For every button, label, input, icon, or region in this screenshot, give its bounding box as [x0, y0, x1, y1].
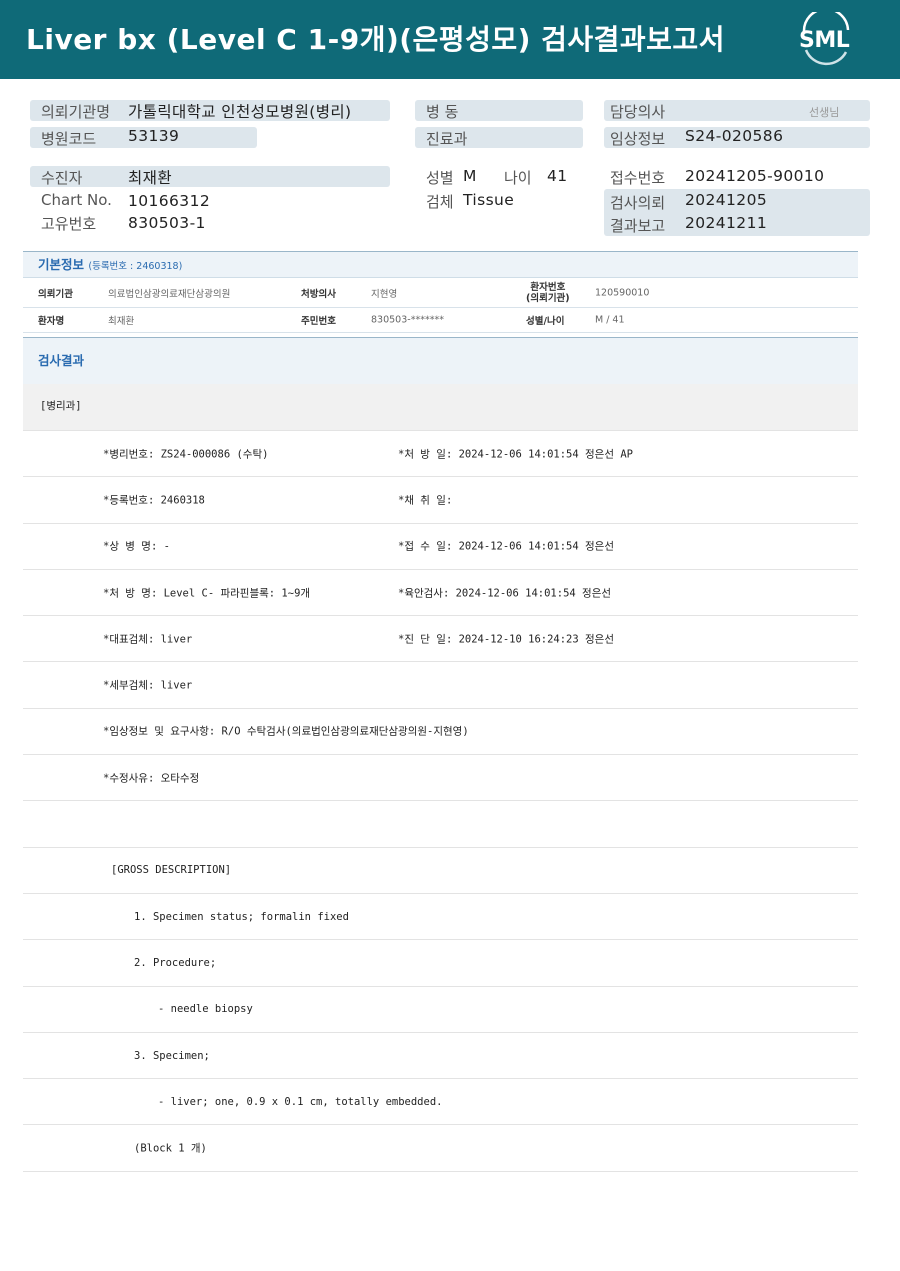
- receipt-label: 접수번호: [610, 169, 666, 187]
- gross-description-row: - liver; one, 0.9 x 0.1 cm, totally embe…: [23, 1079, 858, 1126]
- age-label: 나이: [504, 169, 532, 187]
- gross-description-text: 1. Specimen status; formalin fixed: [134, 910, 349, 923]
- institution-val: 의료법인삼광의료재단삼광의원: [108, 288, 231, 300]
- specimen-label: 검체: [426, 193, 454, 211]
- result-row: *병리번호: ZS24-000086 (수탁) *처 방 일: 2024-12-0…: [23, 431, 858, 478]
- ward-label: 병 동: [426, 103, 459, 121]
- result-field: *채 취 일:: [398, 494, 453, 507]
- doctor-suffix: 선생님: [809, 106, 840, 119]
- report-header: Liver bx (Level C 1-9개)(은평성모) 검사결과보고서 SM…: [0, 0, 900, 79]
- basic-info-table: 기본정보 (등록번호 : 2460318) 의뢰기관 의료법인삼광의료재단삼광의…: [23, 251, 858, 333]
- result-row: *등록번호: 2460318 *채 취 일:: [23, 477, 858, 524]
- sex-label: 성별: [426, 169, 454, 187]
- age-value: 41: [547, 167, 568, 185]
- resident-no-key: 주민번호: [301, 316, 336, 327]
- chart-value: 10166312: [128, 192, 211, 210]
- result-rows: *병리번호: ZS24-000086 (수탁) *처 방 일: 2024-12-0…: [23, 431, 858, 1172]
- institution-label: 의뢰기관명: [41, 103, 111, 121]
- department-label: 진료과: [426, 130, 468, 148]
- registration-number: (등록번호 : 2460318): [88, 261, 183, 272]
- result-row: [23, 801, 858, 848]
- report-title: Liver bx (Level C 1-9개)(은평성모) 검사결과보고서: [26, 23, 725, 56]
- gross-description-row: - needle biopsy: [23, 987, 858, 1033]
- institution-value: 가톨릭대학교 인천성모병원(병리): [128, 103, 352, 121]
- result-row: *임상정보 및 요구사항: R/O 수탁검사(의료법인삼광의료재단삼광의원-지현…: [23, 709, 858, 756]
- patient-label: 수진자: [41, 169, 83, 187]
- unique-value: 830503-1: [128, 214, 206, 232]
- sex-age-val: M / 41: [595, 314, 625, 326]
- request-value: 20241205: [685, 191, 768, 209]
- prescriber-key: 처방의사: [301, 288, 336, 300]
- result-row: *상 병 명: - *접 수 일: 2024-12-06 14:01:54 정은선: [23, 524, 858, 570]
- patient-no-val: 120590010: [595, 287, 650, 298]
- patient-bar: [30, 166, 390, 187]
- patient-name-key: 환자명: [38, 316, 65, 327]
- chart-label: Chart No.: [41, 191, 112, 209]
- clinical-label: 임상정보: [610, 130, 666, 148]
- result-field: *육안검사: 2024-12-06 14:01:54 정은선: [398, 587, 612, 600]
- patient-no-key: 환자번호 (의뢰기관): [526, 282, 570, 304]
- gross-description-row: (Block 1 개): [23, 1125, 858, 1172]
- result-field: *등록번호: 2460318: [103, 494, 205, 507]
- result-field: *접 수 일: 2024-12-06 14:01:54 정은선: [398, 540, 614, 553]
- prescriber-val: 지현영: [371, 288, 398, 300]
- doctor-label: 담당의사: [610, 103, 666, 121]
- result-heading: 검사결과: [23, 337, 858, 384]
- result-row: *대표검체: liver *진 단 일: 2024-12-10 16:24:23 …: [23, 616, 858, 663]
- result-field: *세부검체: liver: [103, 679, 193, 692]
- basic-info-heading: 기본정보: [38, 257, 85, 272]
- gross-description-row: [GROSS DESCRIPTION]: [23, 848, 858, 894]
- result-field: *임상정보 및 요구사항: R/O 수탁검사(의료법인삼광의료재단삼광의원-지현…: [103, 725, 469, 738]
- sml-logo: SML: [796, 7, 856, 66]
- result-row: *수정사유: 오타수정: [23, 755, 858, 802]
- result-field: *병리번호: ZS24-000086 (수탁): [103, 448, 269, 461]
- sex-value: M: [463, 167, 477, 185]
- result-field: *진 단 일: 2024-12-10 16:24:23 정은선: [398, 633, 614, 646]
- hospital-code-value: 53139: [128, 127, 180, 145]
- resident-no-val: 830503-*******: [371, 314, 444, 326]
- receipt-value: 20241205-90010: [685, 167, 825, 185]
- institution-key: 의뢰기관: [38, 288, 73, 300]
- patient-no-key-line1: 환자번호: [530, 281, 566, 293]
- basic-row-2: 환자명 최재환 주민번호 830503-******* 성별/나이 M / 41: [23, 308, 858, 333]
- result-field: *대표검체: liver: [103, 633, 193, 646]
- basic-info-title: 기본정보 (등록번호 : 2460318): [23, 252, 858, 278]
- logo-text: SML: [799, 28, 850, 53]
- sex-age-key: 성별/나이: [526, 316, 565, 327]
- specimen-value: Tissue: [463, 191, 515, 209]
- department-row: [병리과]: [23, 384, 858, 431]
- gross-description-text: - needle biopsy: [158, 1003, 253, 1016]
- hospital-code-label: 병원코드: [41, 130, 97, 148]
- unique-label: 고유번호: [41, 215, 97, 233]
- patient-value: 최재환: [128, 169, 172, 187]
- gross-description-row: 1. Specimen status; formalin fixed: [23, 894, 858, 941]
- gross-description-text: (Block 1 개): [134, 1142, 207, 1155]
- result-row: *처 방 명: Level C- 파라핀블록: 1~9개 *육안검사: 2024-…: [23, 570, 858, 617]
- gross-description-text: - liver; one, 0.9 x 0.1 cm, totally embe…: [158, 1095, 443, 1108]
- patient-name-val: 최재환: [108, 316, 135, 327]
- gross-description-text: 3. Specimen;: [134, 1049, 210, 1062]
- report-label: 결과보고: [610, 217, 666, 235]
- gross-description-row: 3. Specimen;: [23, 1033, 858, 1080]
- request-label: 검사의뢰: [610, 194, 666, 212]
- patient-no-key-line2: (의뢰기관): [526, 292, 570, 304]
- result-field: *처 방 일: 2024-12-06 14:01:54 정은선 AP: [398, 448, 633, 461]
- result-field: *수정사유: 오타수정: [103, 772, 200, 785]
- result-field: *상 병 명: -: [103, 540, 170, 553]
- clinical-value: S24-020586: [685, 127, 784, 145]
- gross-description-text: [GROSS DESCRIPTION]: [111, 864, 232, 877]
- result-row: *세부검체: liver: [23, 662, 858, 709]
- gross-description-text: 2. Procedure;: [134, 956, 217, 969]
- basic-row-1: 의뢰기관 의료법인삼광의료재단삼광의원 처방의사 지현영 환자번호 (의뢰기관) …: [23, 278, 858, 308]
- gross-description-row: 2. Procedure;: [23, 940, 858, 987]
- report-value: 20241211: [685, 214, 768, 232]
- result-field: *처 방 명: Level C- 파라핀블록: 1~9개: [103, 587, 311, 600]
